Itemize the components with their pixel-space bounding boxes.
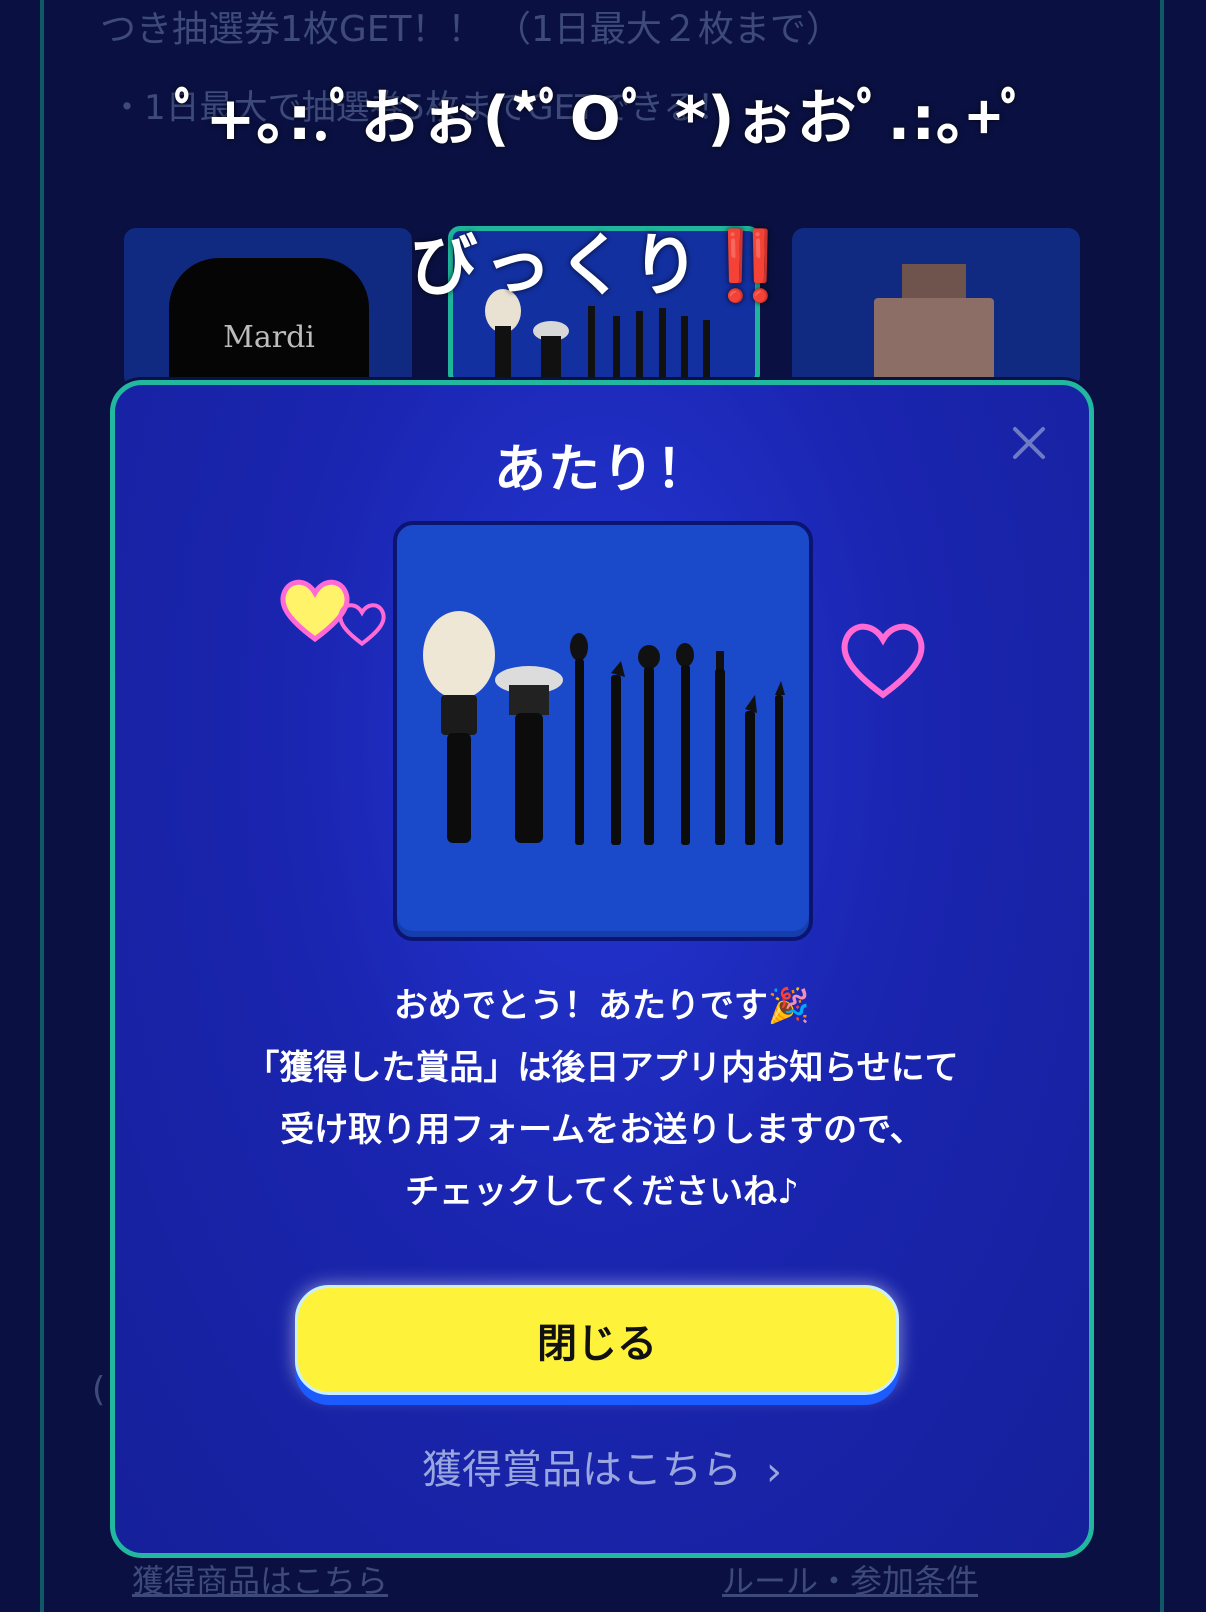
sweatshirt-brand: Mardi <box>223 320 315 355</box>
message-line: チェックしてくださいね♪ <box>405 1172 799 1212</box>
chevron-right-icon: › <box>766 1449 782 1495</box>
acquired-prizes-link-label: 獲得賞品はこちら <box>422 1447 742 1493</box>
pink-heart-small-icon <box>338 603 386 647</box>
caption-exclamation: ﾟ+｡:.ﾟおぉ(*ﾟOﾟ *)ぉおﾟ.:｡+ﾟ <box>174 84 1032 154</box>
acquired-prizes-link[interactable]: 獲得賞品はこちら › <box>115 1437 1089 1495</box>
pink-heart-icon <box>841 623 925 699</box>
perfume-bottle <box>874 298 994 388</box>
makeup-brush-set-icon <box>423 611 785 845</box>
background-text-line: つき抽選券1枚GET！！ （1日最大２枚まで） <box>100 9 842 50</box>
message-line: 受け取り用フォームをお送りしますので、 <box>280 1110 924 1150</box>
caption-surprised: びっくり‼️ <box>0 210 1206 309</box>
background-paren: ( <box>92 1370 106 1410</box>
win-message: おめでとう！あたりです🎉 「獲得した賞品」は後日アプリ内お知らせにて 受け取り用… <box>115 975 1089 1223</box>
prize-image <box>393 521 813 941</box>
close-icon[interactable] <box>1009 423 1049 463</box>
background-prizes-link: 獲得商品はこちら <box>132 1562 389 1600</box>
message-line: おめでとう！あたりです🎉 <box>393 986 811 1026</box>
modal-title: あたり！ <box>493 440 710 500</box>
close-button[interactable]: 閉じる <box>295 1285 899 1395</box>
message-line: 「獲得した賞品」は後日アプリ内お知らせにて <box>245 1048 959 1088</box>
double-exclamation-icon: ‼️ <box>705 227 797 306</box>
background-rules-link: ルール・参加条件 <box>722 1562 979 1600</box>
caption-surprised-text: びっくり <box>409 227 706 306</box>
win-modal: あたり！ おめでとう！あたりです🎉 「獲得した賞品」は後日アプリ内お知らせにて … <box>110 380 1094 1558</box>
